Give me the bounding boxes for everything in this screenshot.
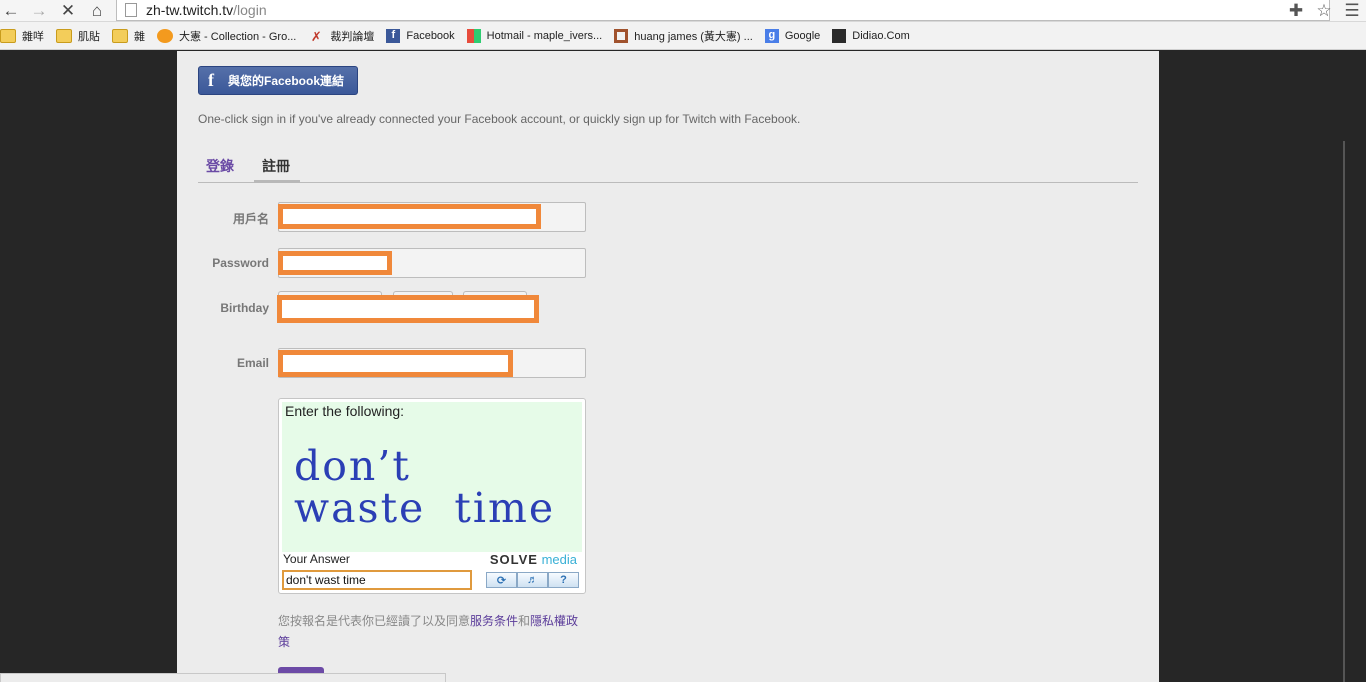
bookmark-label: 裁判論壇 <box>330 30 375 43</box>
auth-tabs: 登錄 註冊 <box>198 148 1138 183</box>
scrollbar-thumb[interactable] <box>1343 141 1345 682</box>
captcha-prompt: Enter the following: <box>285 403 405 419</box>
folder-icon <box>112 28 128 43</box>
bookmark-star-icon[interactable]: ☆ <box>1310 1 1338 21</box>
bookmark-didiao[interactable]: Didiao.Com <box>832 28 910 43</box>
stop-x-icon[interactable]: ✕ <box>57 1 79 21</box>
address-bar[interactable]: zh-tw.twitch.tv/login <box>116 0 1330 21</box>
captcha-controls: ⟳ ♬ ? <box>486 572 579 588</box>
speaker-icon[interactable]: ♬ <box>517 572 548 588</box>
facebook-connect-note: One-click sign in if you've already conn… <box>198 112 801 126</box>
toolbar-right-icons: ✚ ☆ ☰ <box>1282 0 1366 21</box>
redaction-box <box>278 350 513 377</box>
back-arrow-icon[interactable]: ← <box>0 1 22 21</box>
password-label: Password <box>212 256 269 270</box>
terms-of-service-link[interactable]: 服务条件 <box>470 614 518 628</box>
bookmark-facebook[interactable]: f Facebook <box>386 28 455 43</box>
menu-icon[interactable]: ☰ <box>1338 1 1366 21</box>
brand-media: media <box>541 552 577 567</box>
tab-login[interactable]: 登錄 <box>206 156 234 176</box>
collection-icon <box>157 28 173 43</box>
terms-prefix: 您按報名是代表你已經讀了以及同意 <box>278 614 471 628</box>
facebook-connect-button[interactable]: f 與您的Facebook連結 <box>198 66 358 95</box>
captcha-image: Enter the following: don’t waste time <box>282 402 582 552</box>
tab-signup[interactable]: 註冊 <box>254 156 300 183</box>
redaction-box <box>277 295 539 323</box>
profile-icon <box>614 28 629 43</box>
captcha-answer-label: Your Answer <box>283 552 350 566</box>
didiao-icon <box>832 28 847 43</box>
terms-and: 和 <box>518 614 531 628</box>
solvemedia-logo: SOLVE media <box>490 552 577 567</box>
home-icon[interactable]: ⌂ <box>86 1 108 21</box>
captcha-text-line2: waste time <box>294 484 556 532</box>
bookmark-label: Facebook <box>406 29 455 42</box>
page-scrollbar[interactable] <box>1341 51 1366 682</box>
bookmark-collection[interactable]: 大憲 - Collection - Gro... <box>157 28 296 44</box>
bookmark-label: 肌貼 <box>78 30 100 43</box>
url-host: zh-tw.twitch.tv <box>146 2 234 18</box>
facebook-icon: f <box>208 70 214 90</box>
bookmark-folder-2[interactable]: 肌貼 <box>56 28 100 44</box>
bookmark-label: 大憲 - Collection - Gro... <box>179 30 297 43</box>
browser-toolbar: ← → ✕ ⌂ zh-tw.twitch.tv/login ✚ ☆ ☰ <box>0 0 1366 22</box>
captcha-text-line1: don’t <box>294 442 411 490</box>
bookmark-hotmail[interactable]: Hotmail - maple_ivers... <box>466 28 603 43</box>
status-bar <box>0 673 446 682</box>
bookmark-folder-3[interactable]: 雜 <box>112 28 145 44</box>
folder-icon <box>0 28 16 43</box>
username-label: 用戶名 <box>232 212 269 226</box>
birthday-label: Birthday <box>220 301 269 315</box>
folder-icon <box>56 28 72 43</box>
facebook-connect-label: 與您的Facebook連結 <box>228 74 345 88</box>
terms-notice: 您按報名是代表你已經讀了以及同意服务条件和隱私權政策 <box>278 611 588 653</box>
bookmarks-bar: 雜咩 肌貼 雜 大憲 - Collection - Gro... ✗ 裁判論壇 f… <box>0 22 1366 50</box>
bookmark-label: Didiao.Com <box>852 29 910 42</box>
bookmark-label: huang james (黃大憲) ... <box>634 30 753 43</box>
help-button[interactable]: ? <box>548 572 579 588</box>
redaction-box <box>278 251 392 275</box>
bookmark-label: Hotmail - maple_ivers... <box>486 29 603 42</box>
bookmark-profile[interactable]: huang james (黃大憲) ... <box>614 28 753 44</box>
bookmark-label: Google <box>784 29 821 42</box>
brand-solve: SOLVE <box>489 552 538 567</box>
facebook-icon: f <box>386 28 401 43</box>
bookmark-label: 雜 <box>134 30 145 43</box>
bookmark-google[interactable]: g Google <box>764 28 821 43</box>
whistle-icon: ✗ <box>310 28 322 44</box>
email-label: Email <box>236 356 269 370</box>
bookmark-folder-1[interactable]: 雜咩 <box>0 28 44 44</box>
bookmark-referee[interactable]: ✗ 裁判論壇 <box>308 28 374 44</box>
captcha-widget: Enter the following: don’t waste time Yo… <box>278 398 586 594</box>
page-icon <box>125 3 137 17</box>
captcha-answer-input[interactable]: don't wast time <box>282 570 472 590</box>
refresh-icon[interactable]: ⟳ <box>486 572 517 588</box>
signup-page: f 與您的Facebook連結 One-click sign in if you… <box>177 51 1159 682</box>
url-path: /login <box>233 2 267 18</box>
bookmark-label: 雜咩 <box>22 30 44 43</box>
extension-puzzle-icon[interactable]: ✚ <box>1282 1 1310 21</box>
google-icon: g <box>764 28 779 43</box>
redaction-box <box>278 204 541 229</box>
windows-icon <box>466 28 481 43</box>
forward-arrow-icon[interactable]: → <box>28 1 50 21</box>
